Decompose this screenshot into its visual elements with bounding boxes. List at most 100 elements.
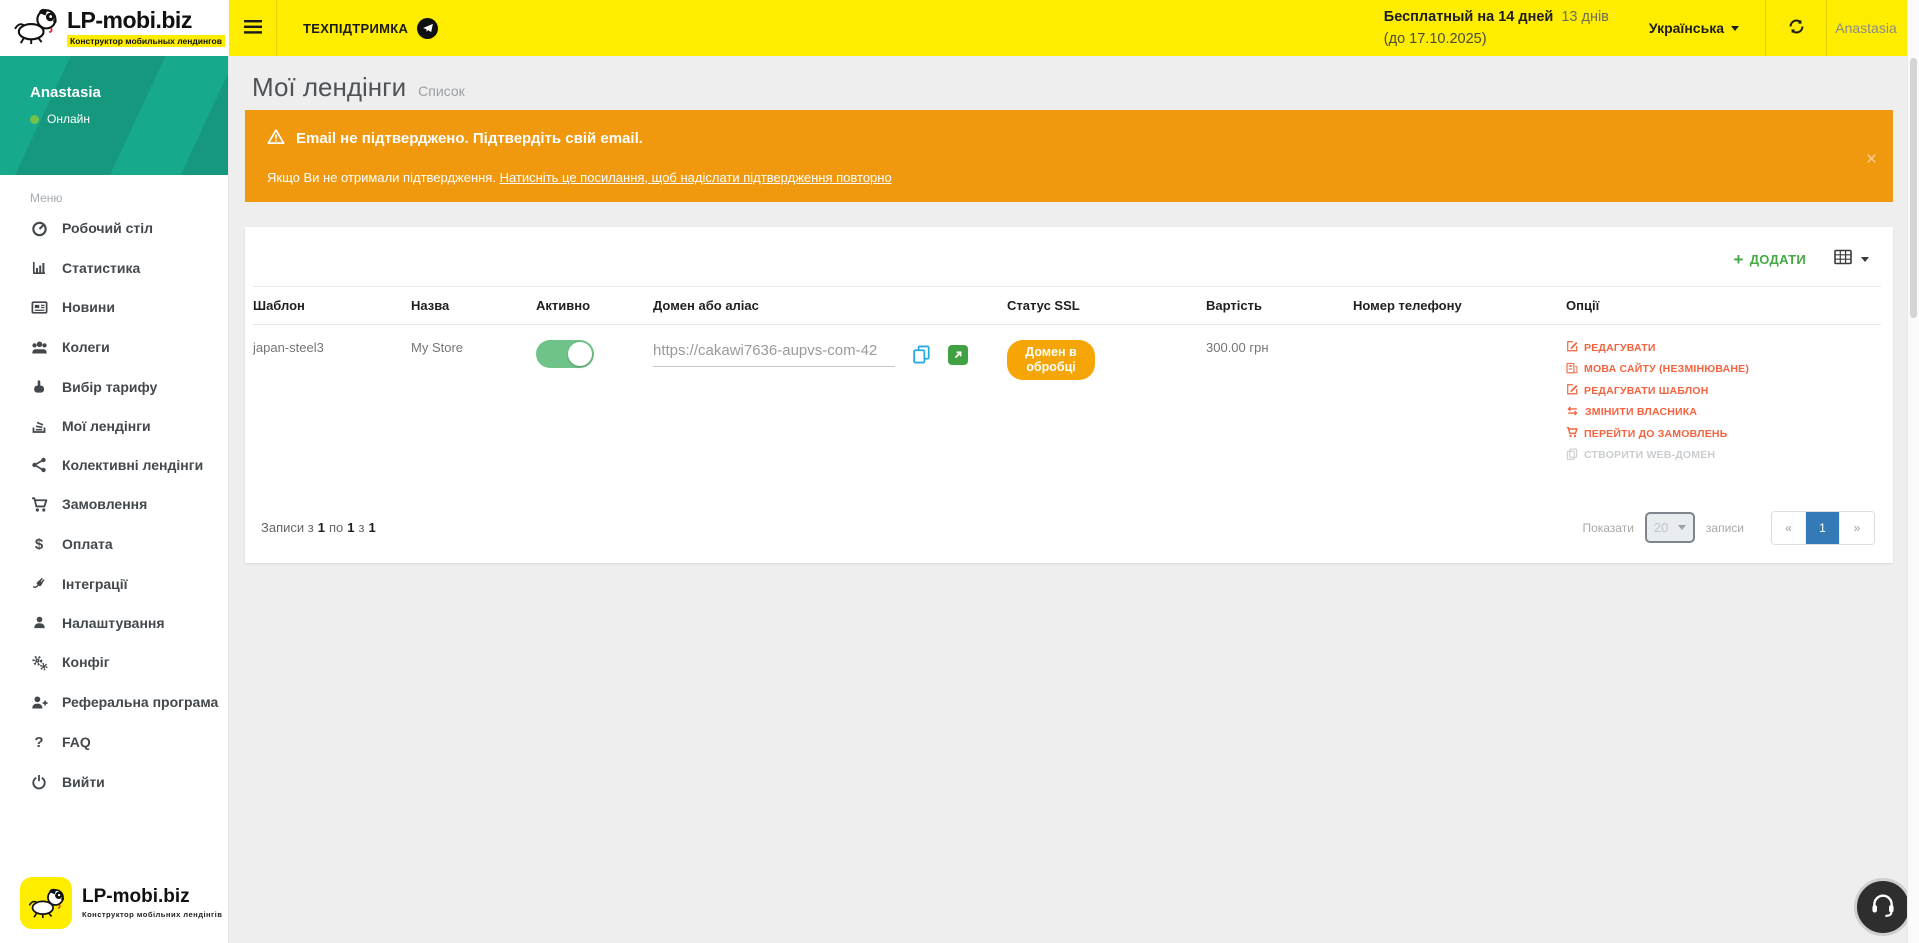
chevron-down-icon	[1861, 257, 1869, 262]
landings-table: Шаблон Назва Активно Домен або аліас Ста…	[253, 286, 1881, 485]
sidebar-item-colleagues[interactable]: Колеги	[0, 327, 228, 367]
profile-status: Онлайн	[30, 112, 228, 126]
trial-days-left: 13 днів	[1561, 9, 1609, 25]
online-status-label: Онлайн	[47, 112, 90, 126]
pagination-page-1[interactable]: 1	[1806, 512, 1840, 544]
online-status-dot	[30, 115, 39, 124]
col-phone: Номер телефону	[1353, 287, 1566, 325]
scrollbar-thumb[interactable]	[1910, 58, 1917, 318]
support-link[interactable]: ТЕХПІДТРИМКА	[303, 18, 438, 39]
pagination-next[interactable]: »	[1840, 512, 1874, 544]
sidebar-item-dashboard[interactable]: Робочий стіл	[0, 208, 228, 248]
newspaper-icon	[30, 299, 48, 316]
scrollbar[interactable]	[1907, 0, 1919, 943]
sidebar-item-referral[interactable]: Реферальна програма	[0, 682, 228, 722]
pagination: « 1 »	[1771, 511, 1875, 545]
dollar-icon: $	[30, 536, 48, 553]
sidebar-item-news[interactable]: Новини	[0, 287, 228, 327]
records-summary: Записи з1по1з1	[261, 520, 380, 535]
trial-plan: Бесплатный на 14 дней	[1384, 9, 1554, 25]
go-to-orders-option[interactable]: ПЕРЕЙТИ ДО ЗАМОВЛЕНЬ	[1566, 426, 1873, 441]
active-toggle[interactable]	[536, 340, 594, 368]
support-label: ТЕХПІДТРИМКА	[303, 21, 408, 36]
user-plus-icon	[30, 694, 48, 711]
refresh-button[interactable]	[1766, 0, 1826, 56]
topbar: LP-mobi.biz Конструктор мобильных лендин…	[0, 0, 1919, 56]
warning-icon	[267, 128, 285, 149]
edit-template-option[interactable]: РЕДАГУВАТИ ШАБЛОН	[1566, 383, 1873, 398]
chevron-down-icon	[1678, 525, 1686, 530]
exchange-icon	[1566, 405, 1579, 420]
col-name: Назва	[411, 287, 536, 325]
cell-phone	[1353, 325, 1566, 485]
cell-price: 300.00 грн	[1206, 325, 1353, 485]
dog-mascot-icon	[20, 877, 72, 929]
edit-icon	[1566, 383, 1578, 398]
profile-name: Anastasia	[30, 84, 228, 101]
dog-mascot-icon	[12, 7, 58, 50]
sidebar-item-orders[interactable]: Замовлення	[0, 484, 228, 524]
clone-icon	[1566, 448, 1578, 463]
cell-name: My Store	[411, 325, 536, 485]
banner-title-text: Email не підтверджено. Підтвердіть свій …	[296, 130, 643, 147]
plug-icon	[30, 576, 48, 592]
sidebar-brand-logo[interactable]: LP-mobi.biz Конструктор мобільних лендін…	[0, 867, 228, 943]
copy-domain-button[interactable]	[912, 345, 931, 364]
columns-dropdown[interactable]	[1834, 249, 1869, 270]
pagination-prev[interactable]: «	[1772, 512, 1806, 544]
change-owner-option[interactable]: ЗМІНИТИ ВЛАСНИКА	[1566, 405, 1873, 420]
resend-confirmation-link[interactable]: Натисніть це посилання, щоб надіслати пі…	[500, 170, 892, 185]
brand-logo[interactable]: LP-mobi.biz Конструктор мобильных лендин…	[0, 0, 229, 56]
page-title: Мої лендінги	[252, 72, 406, 103]
sidebar-item-faq[interactable]: ? FAQ	[0, 722, 228, 762]
language-icon	[1566, 362, 1578, 377]
sidebar-item-config[interactable]: Конфіг	[0, 642, 228, 682]
banner-message: Якщо Ви не отримали підтвердження.	[267, 170, 500, 185]
cell-template: japan-steel3	[253, 325, 411, 485]
main-content: Мої лендінги Список Email не підтверджен…	[229, 56, 1907, 943]
sidebar-item-logout[interactable]: Вийти	[0, 762, 228, 801]
domain-input[interactable]	[653, 340, 895, 367]
hand-pointer-icon	[30, 379, 48, 395]
landings-card: + ДОДАТИ	[245, 227, 1893, 563]
close-banner-button[interactable]: ×	[1866, 150, 1877, 169]
sidebar-item-payment[interactable]: $ Оплата	[0, 524, 228, 564]
sidebar-item-collective-landings[interactable]: Колективні лендінги	[0, 445, 228, 484]
sidebar-item-tariff[interactable]: Вибір тарифу	[0, 367, 228, 406]
sidebar-menu: Робочий стіл Статистика Новини Колеги Ви…	[0, 208, 228, 801]
brand-name: LP-mobi.biz	[82, 887, 222, 907]
gears-icon	[30, 654, 48, 671]
col-active: Активно	[536, 287, 653, 325]
table-row: japan-steel3 My Store	[253, 325, 1881, 485]
site-language-option[interactable]: МОВА САЙТУ (НЕЗМІНЮВАНЕ)	[1566, 362, 1873, 377]
open-site-button[interactable]	[948, 345, 968, 365]
chat-widget-button[interactable]	[1854, 878, 1912, 936]
row-options: РЕДАГУВАТИ МОВА САЙТУ (НЕЗМІНЮВАНЕ) РЕДА…	[1566, 340, 1873, 463]
email-warning-banner: Email не підтверджено. Підтвердіть свій …	[245, 110, 1893, 202]
language-dropdown[interactable]: Українська	[1649, 20, 1739, 36]
bar-chart-icon	[30, 260, 48, 276]
sidebar-item-my-landings[interactable]: Мої лендінги	[0, 406, 228, 445]
share-icon	[30, 457, 48, 473]
table-footer: Записи з1по1з1 Показати 20 записи « 1 »	[253, 485, 1881, 551]
table-header-row: Шаблон Назва Активно Домен або аліас Ста…	[253, 287, 1881, 325]
edit-option[interactable]: РЕДАГУВАТИ	[1566, 340, 1873, 355]
col-domain: Домен або аліас	[653, 287, 1007, 325]
headset-icon	[1869, 892, 1897, 923]
brand-tagline: Конструктор мобільних лендінгів	[82, 910, 222, 919]
brand-tagline: Конструктор мобильных лендингов	[67, 35, 225, 47]
page-size-select[interactable]: 20	[1645, 512, 1695, 543]
trial-until: (до 17.10.2025)	[1384, 28, 1609, 50]
sidebar-item-settings[interactable]: Налаштування	[0, 603, 228, 642]
user-menu[interactable]: Anastasia	[1827, 20, 1919, 36]
sidebar-item-integrations[interactable]: Інтеграції	[0, 564, 228, 603]
sidebar-item-statistics[interactable]: Статистика	[0, 248, 228, 287]
menu-toggle-button[interactable]	[229, 0, 277, 56]
records-label: записи	[1706, 521, 1744, 535]
page-subtitle: Список	[418, 83, 465, 99]
add-landing-button[interactable]: + ДОДАТИ	[1733, 251, 1806, 268]
cart-icon	[30, 496, 48, 513]
col-template: Шаблон	[253, 287, 411, 325]
brand-name: LP-mobi.biz	[67, 9, 225, 32]
telegram-icon	[417, 18, 438, 39]
